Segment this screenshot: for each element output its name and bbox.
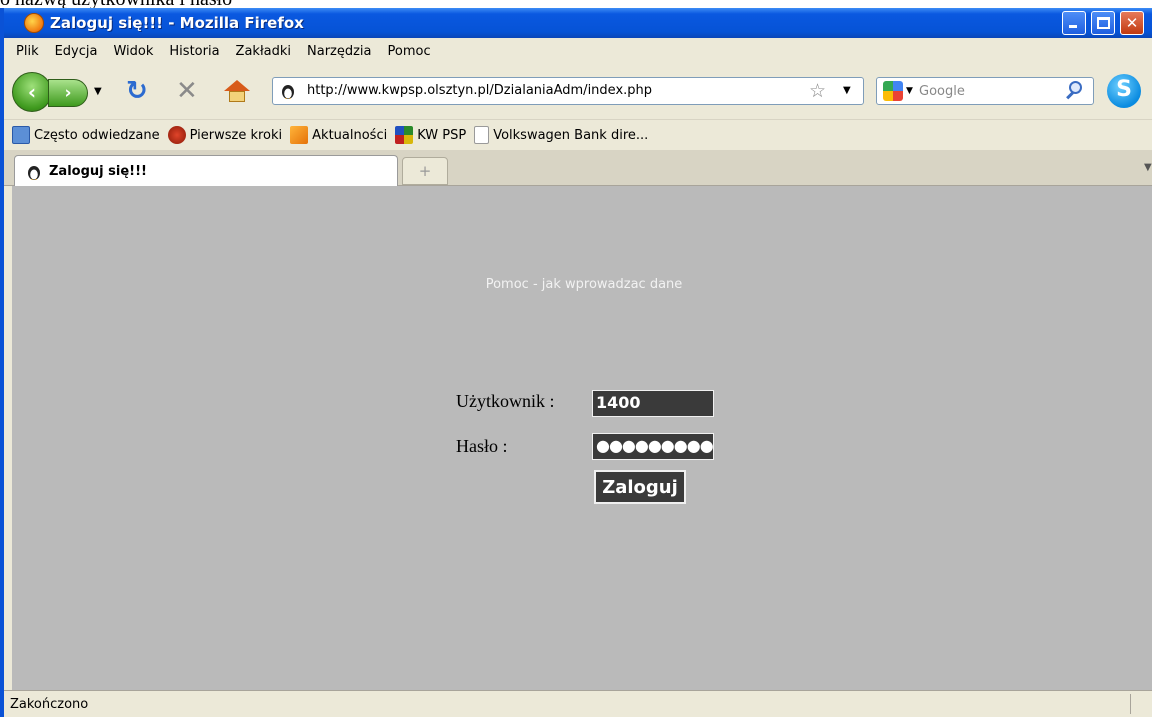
forward-button[interactable]: › (48, 79, 88, 107)
username-label: Użytkownik : (456, 391, 555, 411)
browser-window: Zaloguj się!!! - Mozilla Firefox ✕ Plik … (0, 8, 1152, 717)
tab-zaloguj[interactable]: Zaloguj się!!! (14, 155, 398, 187)
bookmark-label: Często odwiedzane (34, 127, 160, 143)
address-bar[interactable]: http://www.kwpsp.olsztyn.pl/DzialaniaAdm… (272, 77, 864, 105)
status-text: Zakończono (10, 696, 89, 712)
bookmark-label: Volkswagen Bank dire... (493, 127, 649, 143)
reload-icon[interactable]: ↻ (126, 76, 148, 106)
bookmark-volkswagen-bank[interactable]: Volkswagen Bank dire... (474, 126, 648, 144)
bookmark-aktualnosci[interactable]: Aktualności (290, 126, 387, 144)
firefox-dragon-icon (167, 126, 186, 144)
bookmarks-toolbar: Często odwiedzane Pierwsze kroki Aktualn… (4, 120, 1152, 150)
menu-historia[interactable]: Historia (161, 44, 227, 59)
url-text: http://www.kwpsp.olsztyn.pl/DzialaniaAdm… (307, 83, 653, 98)
bookmark-pierwsze-kroki[interactable]: Pierwsze kroki (167, 126, 283, 144)
menu-zakladki[interactable]: Zakładki (228, 44, 299, 59)
new-tab-button[interactable]: + (402, 157, 448, 185)
page-icon (474, 126, 490, 144)
search-bar[interactable]: ▼ (876, 77, 1094, 105)
search-input[interactable] (919, 81, 1049, 101)
skype-icon[interactable]: S (1107, 74, 1141, 108)
page-content: Pomoc - jak wprowadzac dane Użytkownik :… (12, 186, 1152, 690)
forward-arrow-icon: › (64, 83, 72, 103)
back-arrow-icon: ‹ (27, 80, 37, 104)
resize-grip[interactable] (1130, 694, 1131, 714)
maximize-button[interactable] (1091, 11, 1115, 35)
menu-narzedzia[interactable]: Narzędzia (299, 44, 380, 59)
minimize-button[interactable] (1062, 11, 1086, 35)
bookmark-label: Aktualności (312, 127, 388, 143)
username-field[interactable]: 1400 (592, 390, 714, 417)
stop-icon[interactable]: ✕ (176, 76, 198, 106)
bookmark-label: KW PSP (417, 127, 467, 143)
firefox-icon (24, 13, 44, 33)
list-tabs-icon[interactable]: ▼ (1144, 162, 1152, 173)
help-link[interactable]: Pomoc - jak wprowadzac dane (12, 277, 1152, 292)
menu-bar: Plik Edycja Widok Historia Zakładki Narz… (4, 38, 1152, 64)
bookmark-star-icon[interactable]: ☆ (809, 80, 826, 102)
password-label: Hasło : (456, 436, 508, 456)
login-button[interactable]: Zaloguj (594, 470, 686, 504)
password-field[interactable]: ●●●●●●●●● (592, 433, 714, 460)
maximize-icon (1097, 17, 1110, 29)
title-bar: Zaloguj się!!! - Mozilla Firefox ✕ (4, 8, 1152, 38)
google-icon[interactable] (883, 81, 903, 101)
search-icon[interactable] (1065, 81, 1085, 101)
close-button[interactable]: ✕ (1120, 11, 1144, 35)
window-title: Zaloguj się!!! - Mozilla Firefox (50, 14, 304, 32)
bookmark-label: Pierwsze kroki (189, 127, 283, 143)
status-bar: Zakończono (4, 690, 1152, 717)
menu-pomoc[interactable]: Pomoc (380, 44, 439, 59)
engine-dropdown-icon[interactable]: ▼ (906, 86, 913, 96)
menu-plik[interactable]: Plik (8, 44, 47, 59)
bookmark-kw-psp[interactable]: KW PSP (395, 126, 466, 144)
home-icon[interactable] (224, 80, 250, 102)
kw-psp-icon (395, 126, 414, 144)
site-penguin-icon (282, 85, 294, 99)
document-caption: o nazwą użytkownika i hasło (0, 0, 400, 8)
back-button[interactable]: ‹ (12, 72, 52, 112)
folder-icon (12, 126, 30, 144)
tab-strip: Zaloguj się!!! + ▼ (4, 150, 1152, 187)
bookmark-czesto-odwiedzane[interactable]: Często odwiedzane (12, 126, 160, 144)
menu-widok[interactable]: Widok (105, 44, 161, 59)
rss-icon (290, 126, 309, 144)
url-dropdown-icon[interactable]: ▼ (843, 85, 851, 96)
minimize-icon (1069, 25, 1077, 28)
history-dropdown-icon[interactable]: ▼ (94, 86, 102, 97)
close-icon: ✕ (1125, 14, 1139, 32)
navigation-toolbar: ‹ › ▼ ↻ ✕ http://www.kwpsp.olsztyn.pl/Dz… (4, 64, 1152, 120)
tab-label: Zaloguj się!!! (49, 164, 147, 179)
menu-edycja[interactable]: Edycja (47, 44, 106, 59)
tab-penguin-icon (28, 165, 40, 180)
